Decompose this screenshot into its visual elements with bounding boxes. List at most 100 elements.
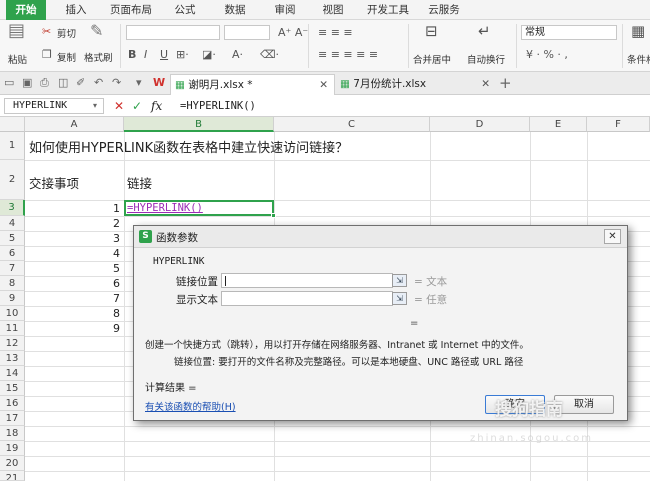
preview-icon[interactable]: ◫ (58, 76, 68, 89)
tab-formulas[interactable]: 公式 (165, 0, 205, 20)
merge-center-button[interactable]: 合并居中 (413, 52, 451, 66)
row-header[interactable]: 4 (0, 216, 25, 231)
close-tab-icon[interactable]: ✕ (319, 75, 328, 96)
column-header-f[interactable]: F (587, 117, 650, 132)
row-header[interactable]: 5 (0, 231, 25, 246)
cell-a5[interactable]: 3 (100, 232, 120, 245)
row-header[interactable]: 14 (0, 366, 25, 381)
undo-icon[interactable]: ↶ (94, 76, 103, 89)
name-box[interactable]: HYPERLINK (4, 98, 104, 114)
insert-function-icon[interactable]: fx (151, 98, 162, 114)
function-help-link[interactable]: 有关该函数的帮助(H) (145, 399, 236, 413)
cut-button[interactable]: 剪切 (57, 26, 76, 40)
cancel-formula-icon[interactable]: ✕ (114, 98, 124, 114)
cell-a11[interactable]: 9 (100, 322, 120, 335)
cell-a3[interactable]: 1 (100, 202, 120, 215)
tab-home[interactable]: 开始 (6, 0, 46, 20)
row-header[interactable]: 9 (0, 291, 25, 306)
tab-data[interactable]: 数据 (215, 0, 255, 20)
paste-icon[interactable]: ▤ (8, 22, 25, 40)
range-picker-icon[interactable]: ⇲ (392, 274, 407, 287)
open-folder-icon[interactable]: ▭ (4, 76, 14, 89)
dropdown-icon[interactable]: ▾ (136, 76, 142, 89)
confirm-formula-icon[interactable]: ✓ (132, 98, 142, 114)
cell-a6[interactable]: 4 (100, 247, 120, 260)
row-header[interactable]: 17 (0, 411, 25, 426)
name-box-dropdown-icon[interactable]: ▾ (93, 98, 97, 114)
format-painter-icon[interactable]: ✎ (90, 23, 103, 39)
tab-view[interactable]: 视图 (313, 0, 353, 20)
cell-a2[interactable]: 交接事项 (29, 173, 79, 192)
row-header[interactable]: 1 (0, 132, 25, 160)
row-header[interactable]: 8 (0, 276, 25, 291)
close-tab-icon[interactable]: ✕ (481, 74, 490, 95)
cell-a9[interactable]: 7 (100, 292, 120, 305)
wrap-text-icon[interactable]: ↵ (478, 24, 491, 39)
row-header[interactable]: 15 (0, 381, 25, 396)
conditional-format-icon[interactable]: ▦ (631, 24, 645, 39)
row-header[interactable]: 2 (0, 160, 25, 200)
italic-icon[interactable]: I (144, 48, 147, 61)
fill-color-icon[interactable]: ◪· (202, 48, 216, 61)
new-tab-icon[interactable]: + (499, 74, 512, 92)
select-all-corner[interactable] (0, 117, 25, 132)
range-picker-icon[interactable]: ⇲ (392, 292, 407, 305)
tab-page-layout[interactable]: 页面布局 (104, 0, 158, 20)
cell-a1-title[interactable]: 如何使用HYPERLINK函数在表格中建立快速访问链接？ (29, 137, 348, 156)
row-header[interactable]: 12 (0, 336, 25, 351)
currency-percent-icons[interactable]: ¥ · % · , (526, 48, 568, 61)
row-header[interactable]: 13 (0, 351, 25, 366)
align-top-icon[interactable]: ≡ ≡ ≡ (318, 26, 353, 39)
cell-a4[interactable]: 2 (100, 217, 120, 230)
copy-icon[interactable]: ❐ (42, 48, 52, 61)
row-header[interactable]: 7 (0, 261, 25, 276)
font-size-box[interactable] (224, 25, 270, 40)
formula-input[interactable]: =HYPERLINK() (180, 98, 646, 114)
document-tab[interactable]: ▦ 7月份统计.xlsx ✕ (336, 74, 496, 95)
display-text-input[interactable] (221, 291, 393, 306)
row-header[interactable]: 6 (0, 246, 25, 261)
document-tab-active[interactable]: ▦ 谢明月.xlsx * ✕ (170, 74, 335, 95)
grow-font-icon[interactable]: A⁺ A⁻ (278, 26, 308, 39)
align-left-icon[interactable]: ≡ ≡ ≡ ≡ ≡ (318, 48, 378, 61)
column-header-e[interactable]: E (530, 117, 587, 132)
font-color-icon[interactable]: A· (232, 48, 243, 61)
row-header-selected[interactable]: 3 (0, 200, 25, 216)
bold-icon[interactable]: B (128, 48, 136, 61)
format-brush-icon[interactable]: ✐ (76, 76, 85, 89)
column-header-c[interactable]: C (274, 117, 430, 132)
save-icon[interactable]: ▣ (22, 76, 32, 89)
number-format-select[interactable]: 常规 (521, 25, 617, 40)
border-icon[interactable]: ⊞· (176, 48, 189, 61)
row-header[interactable]: 21 (0, 471, 25, 481)
row-header[interactable]: 16 (0, 396, 25, 411)
link-location-input[interactable] (221, 273, 393, 288)
row-header[interactable]: 20 (0, 456, 25, 471)
print-icon[interactable]: ⎙ (40, 76, 49, 90)
cancel-button[interactable]: 取消 (554, 395, 614, 414)
paste-button[interactable]: 粘贴 (8, 52, 27, 66)
scissors-icon[interactable]: ✂ (42, 25, 51, 38)
wps-logo-icon[interactable]: W (153, 76, 165, 89)
column-header-d[interactable]: D (430, 117, 530, 132)
column-header-b[interactable]: B (124, 117, 274, 132)
row-header[interactable]: 10 (0, 306, 25, 321)
fill-handle[interactable] (271, 213, 276, 218)
column-header-a[interactable]: A (25, 117, 124, 132)
tab-insert[interactable]: 插入 (56, 0, 96, 20)
row-header[interactable]: 19 (0, 441, 25, 456)
underline-icon[interactable]: U (160, 48, 168, 61)
cell-a8[interactable]: 6 (100, 277, 120, 290)
font-name-box[interactable] (126, 25, 220, 40)
cell-a10[interactable]: 8 (100, 307, 120, 320)
tab-developer[interactable]: 开发工具 (361, 0, 415, 20)
copy-button[interactable]: 复制 (57, 50, 76, 64)
merge-center-icon[interactable]: ⊟ (425, 24, 438, 39)
clear-format-icon[interactable]: ⌫· (260, 48, 279, 61)
cell-b2[interactable]: 链接 (127, 173, 152, 192)
row-header[interactable]: 18 (0, 426, 25, 441)
wrap-text-button[interactable]: 自动换行 (467, 52, 505, 66)
tab-review[interactable]: 审阅 (265, 0, 305, 20)
redo-icon[interactable]: ↷ (112, 76, 121, 89)
format-painter-button[interactable]: 格式刷 (84, 50, 113, 64)
